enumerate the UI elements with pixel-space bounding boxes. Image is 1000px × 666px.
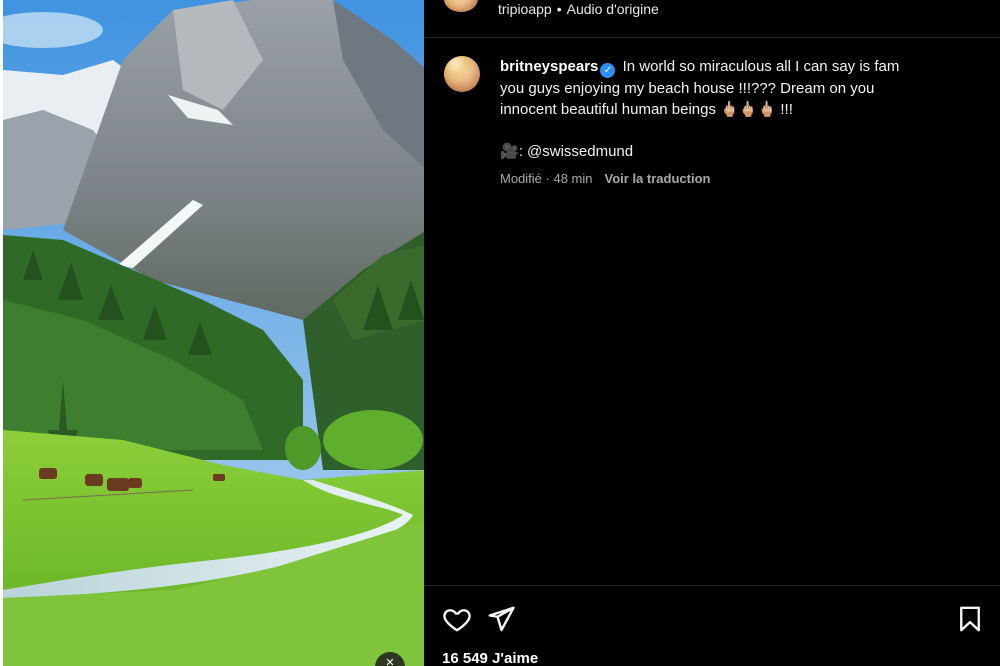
post-media[interactable]: ✕ (0, 0, 424, 666)
header-separator: • (556, 1, 562, 17)
caption-emojis: 🖕🏼🖕🏼🖕🏼 (720, 101, 777, 118)
time-ago: 48 min (553, 171, 593, 186)
alpine-landscape-image (3, 0, 424, 666)
caption-line-1: In world so miraculous all I can say is … (622, 58, 900, 75)
author-avatar[interactable] (444, 56, 480, 92)
bookmark-icon[interactable] (955, 604, 985, 634)
caption-line-3: innocent beautiful human beings (500, 101, 716, 118)
post-actions: 16 549 J'aime (424, 585, 1000, 666)
post-panel: tripioapp • Audio d'origine britneyspears ✓… (424, 0, 1000, 666)
caption-end: !!! (776, 101, 793, 118)
see-translation-link[interactable]: Voir la traduction (605, 171, 711, 186)
likes-number: 16 549 (442, 650, 488, 666)
audio-link[interactable]: Audio d'origine (567, 1, 659, 17)
heart-icon[interactable] (442, 604, 472, 634)
verified-badge-icon: ✓ (600, 63, 616, 78)
caption-info: Modifié · 48 min Voir la traduction (500, 168, 970, 189)
likes-count[interactable]: 16 549 J'aime (442, 650, 538, 666)
caption-body: britneyspears ✓ In world so miraculous al… (500, 56, 970, 189)
video-credit: 🎥: @swissedmund (500, 141, 970, 162)
camera-icon: 🎥 (500, 143, 519, 160)
post-header: tripioapp • Audio d'origine (424, 0, 1000, 38)
author-username[interactable]: britneyspears (500, 58, 598, 75)
credit-mention[interactable]: : @swissedmund (519, 143, 633, 160)
account-avatar[interactable] (444, 0, 478, 12)
info-separator: · (541, 171, 554, 186)
post-header-meta: tripioapp • Audio d'origine (498, 1, 659, 17)
caption-line-2: you guys enjoying my beach house !!!??? … (500, 80, 875, 97)
likes-label: J'aime (492, 650, 539, 666)
edited-label: Modifié (500, 171, 542, 186)
caption-text: britneyspears ✓ In world so miraculous al… (500, 56, 970, 120)
paper-plane-icon[interactable] (486, 604, 516, 634)
account-name[interactable]: tripioapp (498, 1, 552, 17)
